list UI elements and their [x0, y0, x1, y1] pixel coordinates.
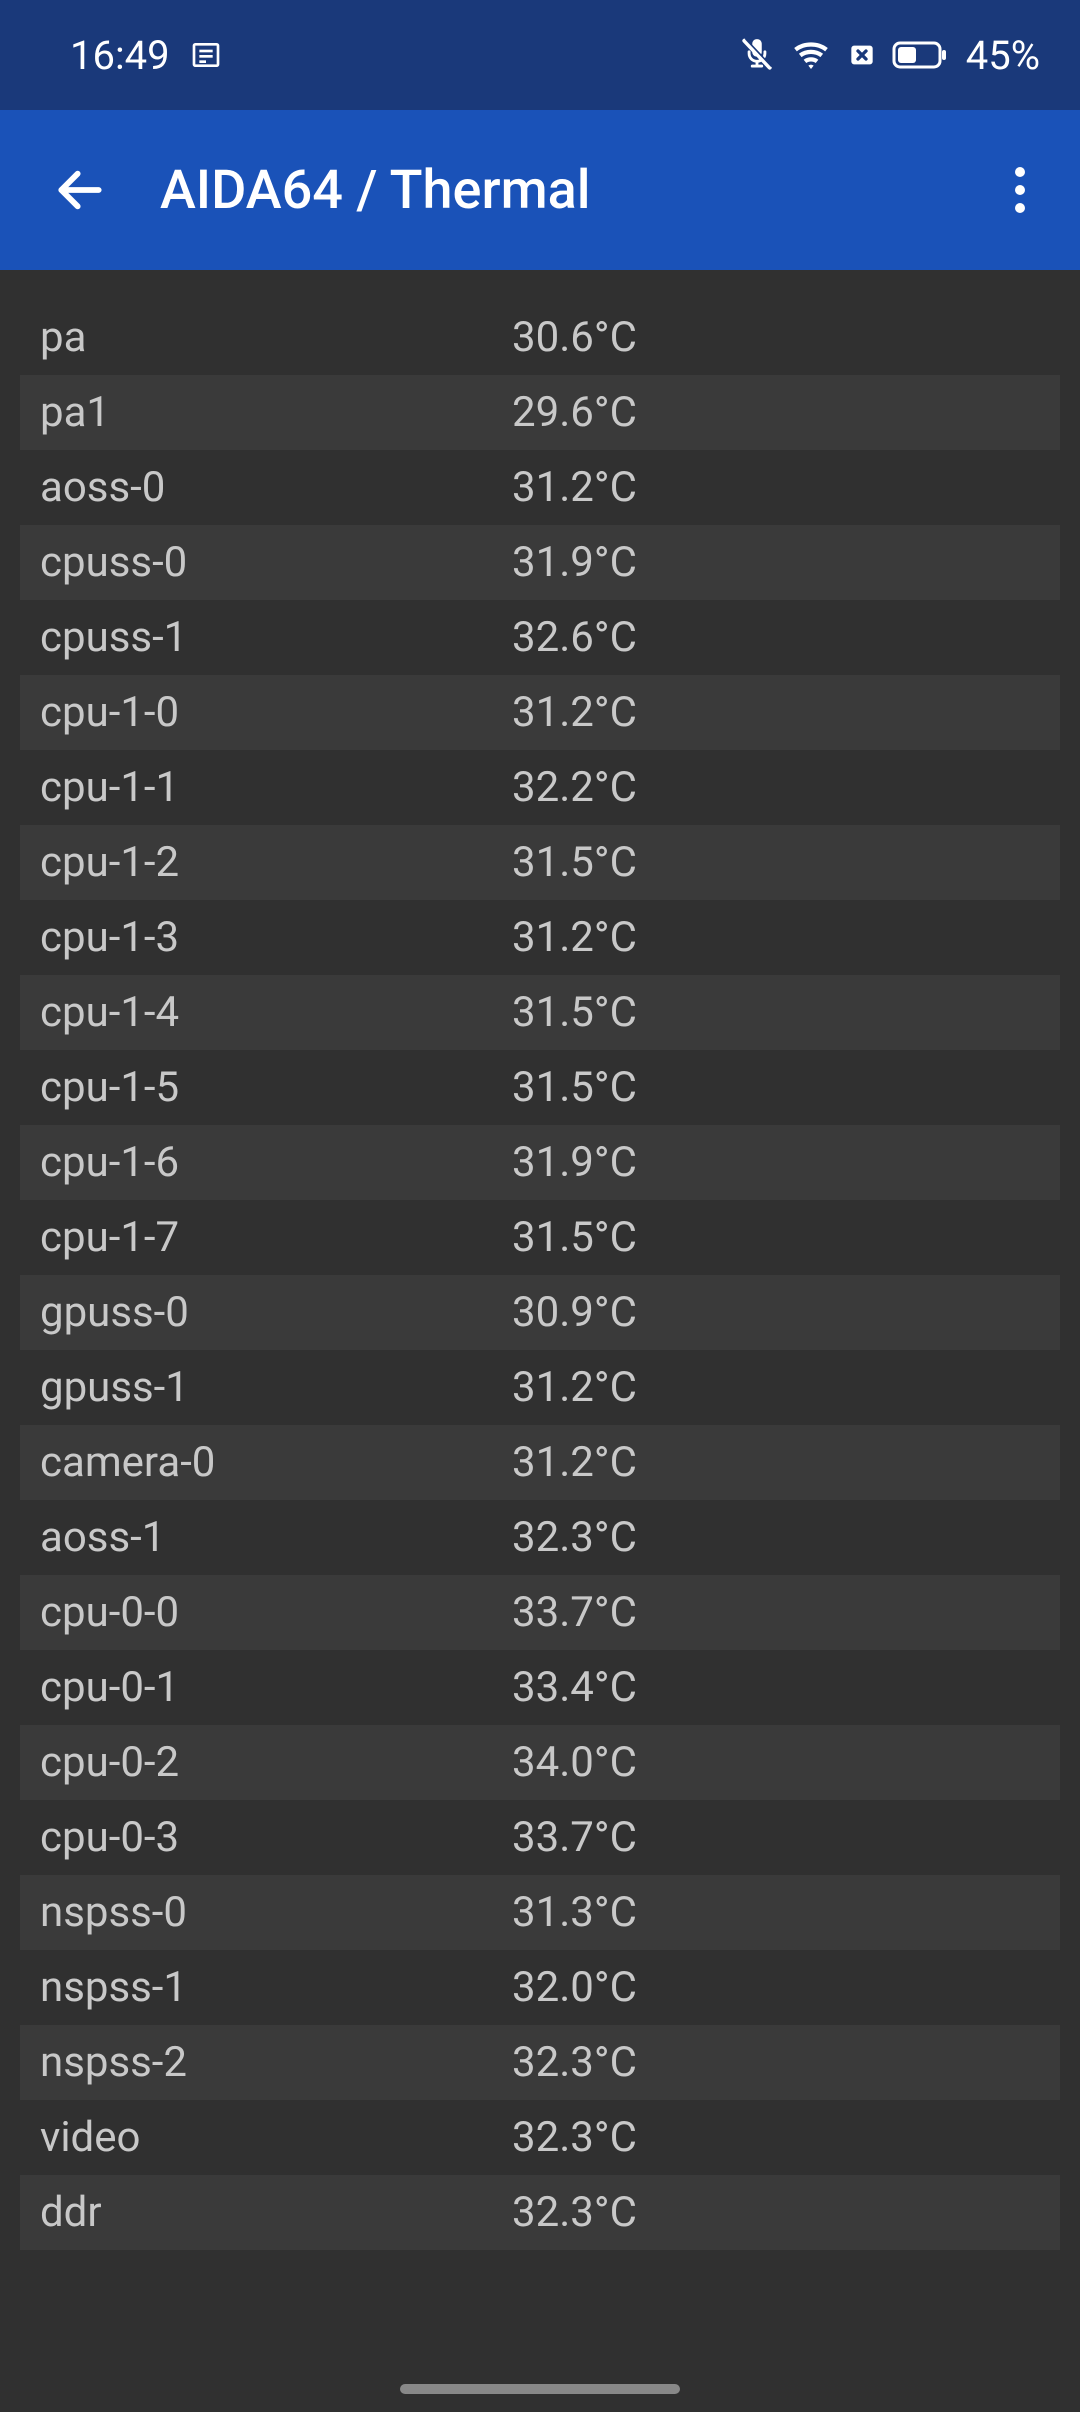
more-button[interactable]: [990, 160, 1050, 220]
sensor-label: cpu-1-6: [40, 1138, 512, 1187]
sensor-value: 31.2°C: [512, 463, 637, 512]
sensor-value: 31.2°C: [512, 1438, 637, 1487]
sensor-value: 31.2°C: [512, 1363, 637, 1412]
sensor-label: cpu-0-1: [40, 1663, 512, 1712]
app-bar: AIDA64 / Thermal: [0, 110, 1080, 270]
table-row: nspss-132.0°C: [20, 1950, 1060, 2025]
table-row: cpu-0-333.7°C: [20, 1800, 1060, 1875]
sensor-label: cpu-1-4: [40, 988, 512, 1037]
table-row: pa129.6°C: [20, 375, 1060, 450]
table-row: camera-031.2°C: [20, 1425, 1060, 1500]
table-row: cpu-1-531.5°C: [20, 1050, 1060, 1125]
sim-close-icon: [846, 39, 878, 71]
wifi-icon: [790, 34, 832, 76]
table-row: cpuss-031.9°C: [20, 525, 1060, 600]
sensor-value: 29.6°C: [512, 388, 637, 437]
sensor-label: cpu-1-1: [40, 763, 512, 812]
sensor-value: 31.9°C: [512, 538, 637, 587]
table-row: gpuss-131.2°C: [20, 1350, 1060, 1425]
sensor-value: 31.5°C: [512, 1213, 637, 1262]
sensor-value: 31.5°C: [512, 838, 637, 887]
nav-handle[interactable]: [400, 2384, 680, 2394]
table-row: cpu-1-431.5°C: [20, 975, 1060, 1050]
sensor-label: cpu-1-3: [40, 913, 512, 962]
sensor-value: 30.9°C: [512, 1288, 637, 1337]
sensor-value: 32.3°C: [512, 2113, 637, 2162]
mute-icon: [738, 36, 776, 74]
sensor-label: camera-0: [40, 1438, 512, 1487]
sensor-label: cpu-0-3: [40, 1813, 512, 1862]
sensor-label: ddr: [40, 2188, 512, 2237]
table-row: ddr32.3°C: [20, 2175, 1060, 2250]
sensor-value: 33.4°C: [512, 1663, 637, 1712]
sensor-label: aoss-1: [40, 1513, 512, 1562]
sensor-label: gpuss-0: [40, 1288, 512, 1337]
table-row: gpuss-030.9°C: [20, 1275, 1060, 1350]
page-title: AIDA64 / Thermal: [160, 159, 990, 222]
sensor-value: 31.2°C: [512, 913, 637, 962]
sensor-label: cpu-1-5: [40, 1063, 512, 1112]
battery-icon: [892, 39, 948, 71]
table-row: pa30.6°C: [20, 300, 1060, 375]
sensor-label: cpu-0-0: [40, 1588, 512, 1637]
table-row: nspss-232.3°C: [20, 2025, 1060, 2100]
sensor-value: 31.2°C: [512, 688, 637, 737]
table-row: video32.3°C: [20, 2100, 1060, 2175]
table-row: aoss-132.3°C: [20, 1500, 1060, 1575]
sensor-value: 31.5°C: [512, 988, 637, 1037]
status-time: 16:49: [70, 32, 170, 79]
sensor-label: cpu-0-2: [40, 1738, 512, 1787]
sensor-label: cpuss-1: [40, 613, 512, 662]
table-row: cpu-1-132.2°C: [20, 750, 1060, 825]
sensor-label: gpuss-1: [40, 1363, 512, 1412]
sensor-label: nspss-2: [40, 2038, 512, 2087]
status-bar: 16:49: [0, 0, 1080, 110]
sensor-label: nspss-1: [40, 1963, 512, 2012]
sensor-value: 33.7°C: [512, 1588, 637, 1637]
sensor-label: aoss-0: [40, 463, 512, 512]
table-row: aoss-031.2°C: [20, 450, 1060, 525]
sensor-value: 32.6°C: [512, 613, 637, 662]
sensor-label: nspss-0: [40, 1888, 512, 1937]
sensor-value: 32.2°C: [512, 763, 637, 812]
content-area[interactable]: pa30.6°Cpa129.6°Caoss-031.2°Ccpuss-031.9…: [0, 270, 1080, 2250]
sensor-value: 31.3°C: [512, 1888, 637, 1937]
table-row: cpu-0-234.0°C: [20, 1725, 1060, 1800]
news-icon: [190, 39, 222, 71]
table-row: cpuss-132.6°C: [20, 600, 1060, 675]
sensor-value: 31.9°C: [512, 1138, 637, 1187]
sensor-value: 30.6°C: [512, 313, 637, 362]
sensor-list: pa30.6°Cpa129.6°Caoss-031.2°Ccpuss-031.9…: [20, 300, 1060, 2250]
sensor-value: 33.7°C: [512, 1813, 637, 1862]
table-row: cpu-1-331.2°C: [20, 900, 1060, 975]
table-row: cpu-1-731.5°C: [20, 1200, 1060, 1275]
sensor-value: 31.5°C: [512, 1063, 637, 1112]
table-row: cpu-0-133.4°C: [20, 1650, 1060, 1725]
table-row: nspss-031.3°C: [20, 1875, 1060, 1950]
sensor-label: cpu-1-0: [40, 688, 512, 737]
status-battery-percent: 45%: [966, 32, 1040, 79]
sensor-value: 32.3°C: [512, 1513, 637, 1562]
table-row: cpu-1-631.9°C: [20, 1125, 1060, 1200]
sensor-value: 32.3°C: [512, 2038, 637, 2087]
sensor-value: 32.3°C: [512, 2188, 637, 2237]
sensor-label: video: [40, 2113, 512, 2162]
sensor-label: pa: [40, 313, 512, 362]
sensor-label: cpuss-0: [40, 538, 512, 587]
sensor-value: 34.0°C: [512, 1738, 637, 1787]
back-button[interactable]: [50, 160, 110, 220]
sensor-label: cpu-1-7: [40, 1213, 512, 1262]
table-row: cpu-0-033.7°C: [20, 1575, 1060, 1650]
sensor-label: pa1: [40, 388, 512, 437]
table-row: cpu-1-031.2°C: [20, 675, 1060, 750]
sensor-value: 32.0°C: [512, 1963, 637, 2012]
sensor-label: cpu-1-2: [40, 838, 512, 887]
table-row: cpu-1-231.5°C: [20, 825, 1060, 900]
